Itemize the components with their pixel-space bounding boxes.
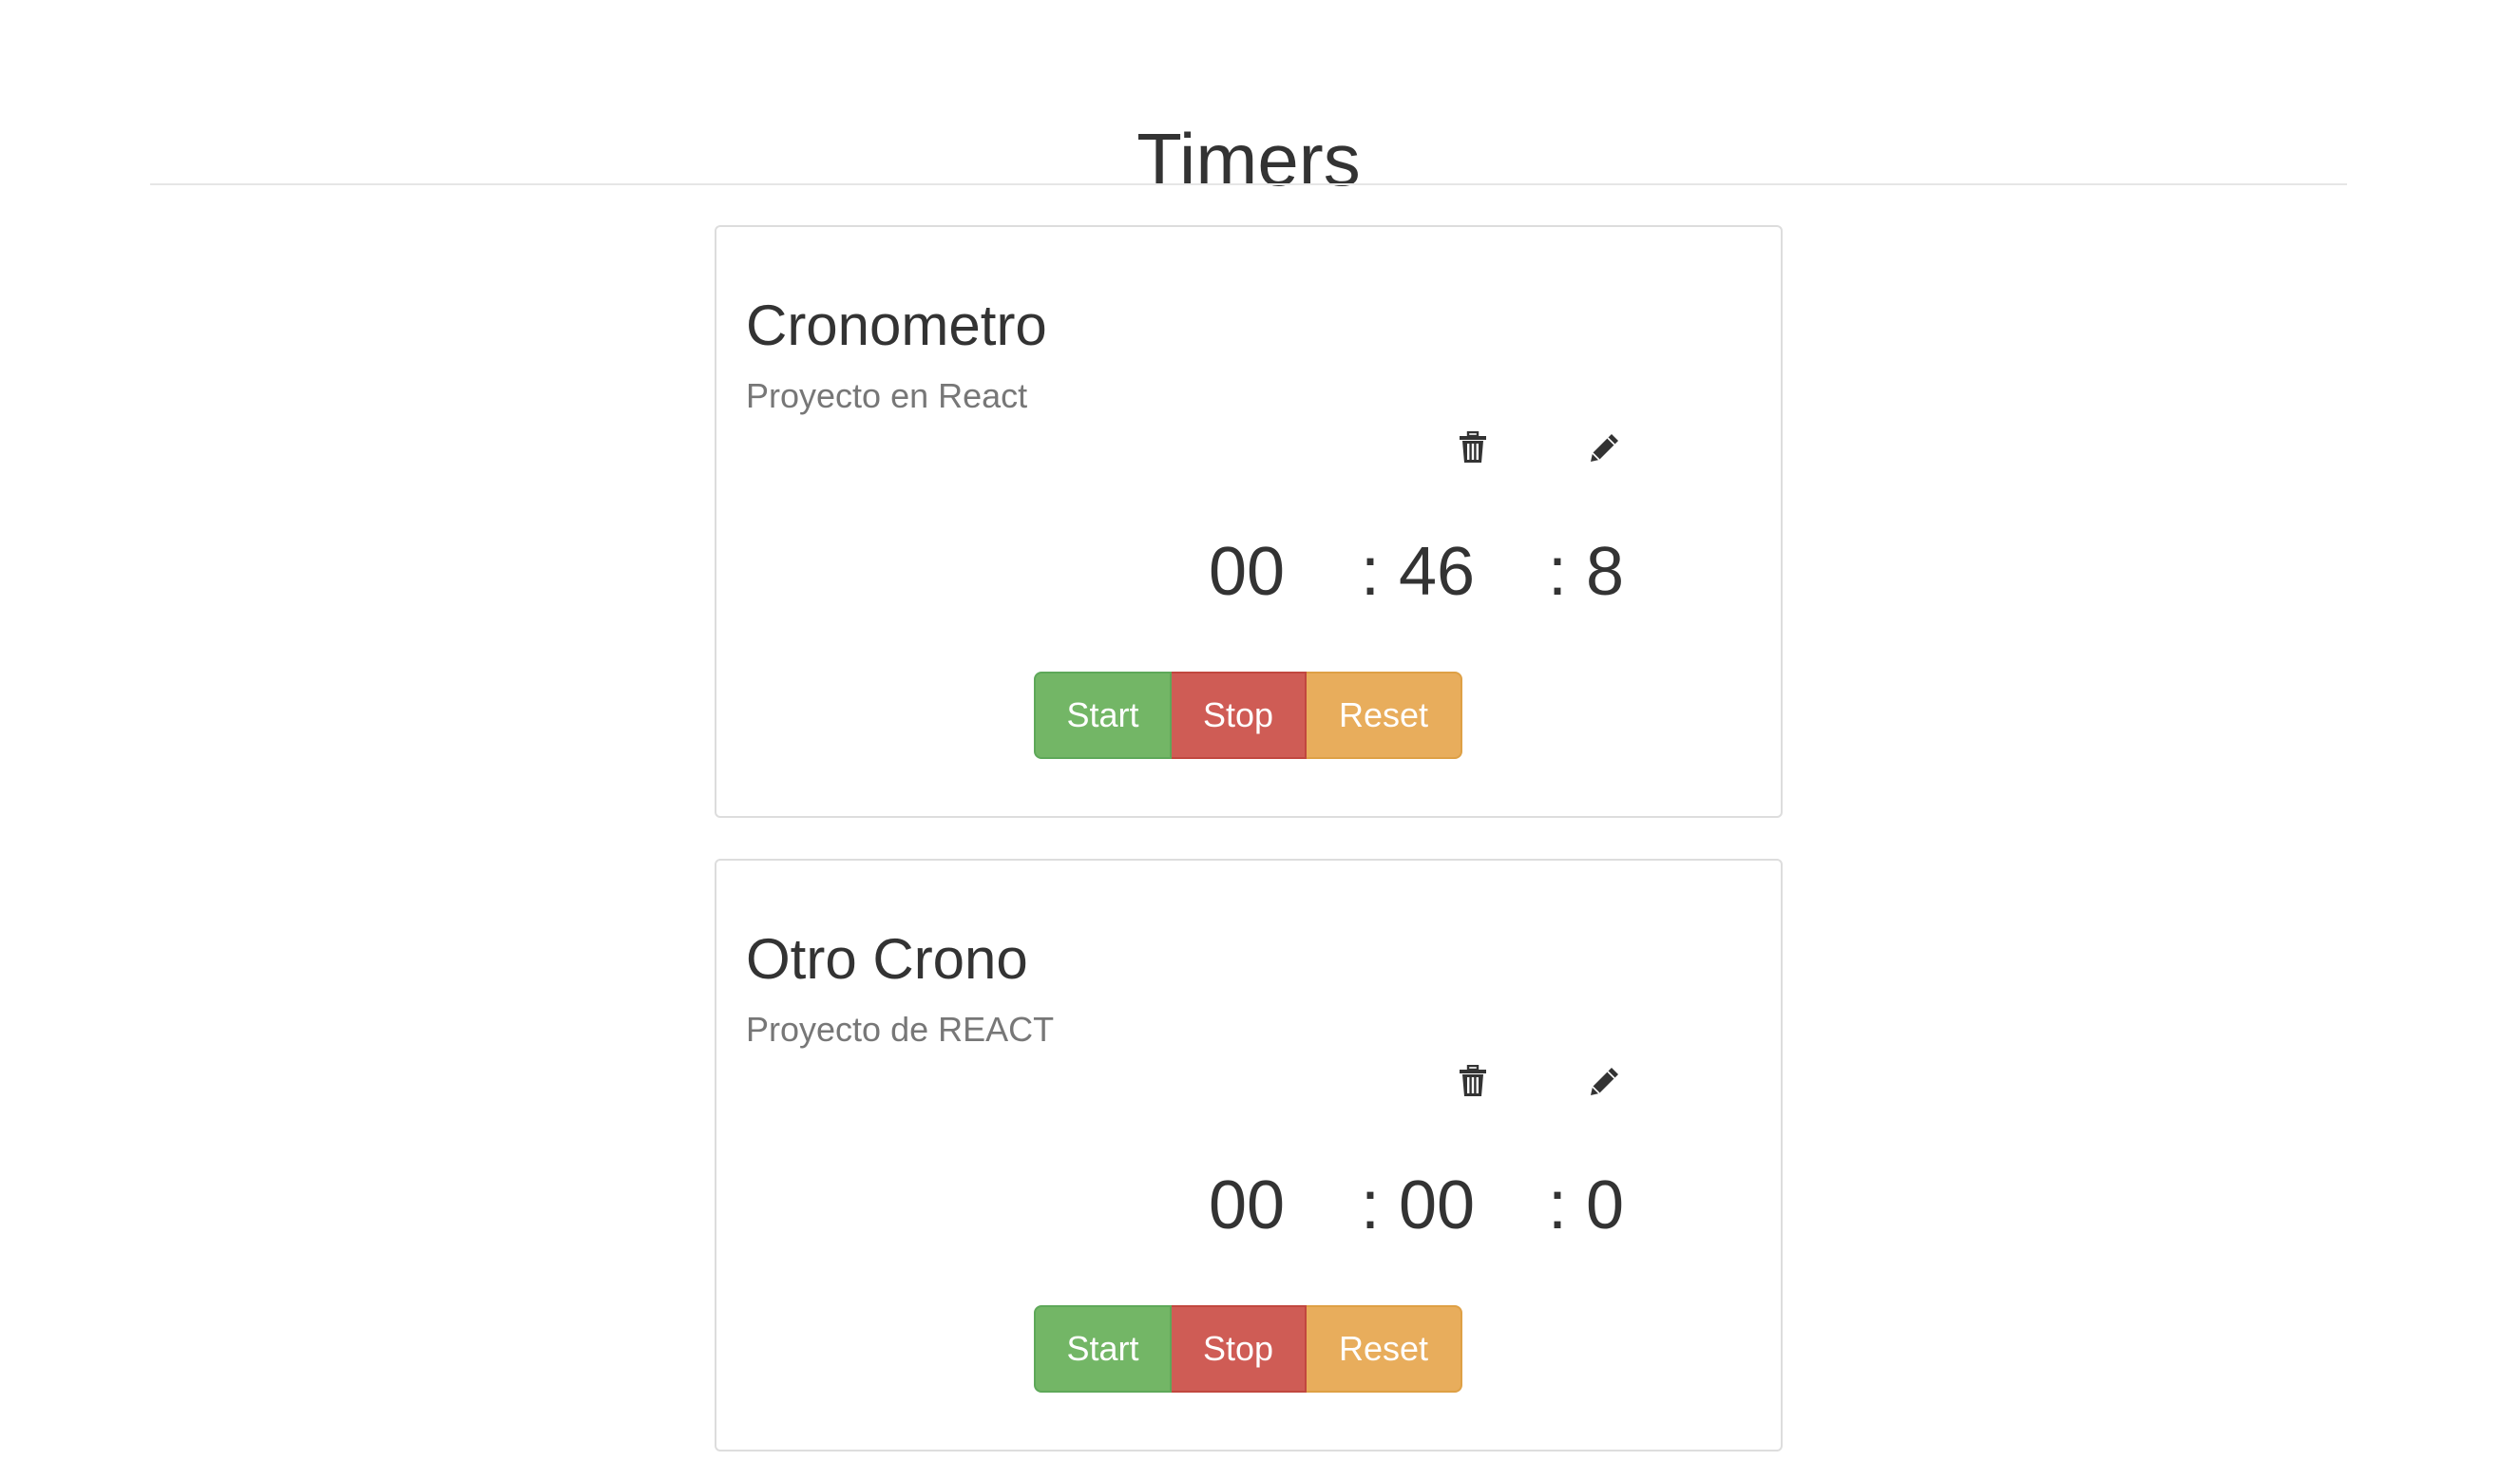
timer-seconds: : 8 [1548,534,1625,610]
timer-card: Cronometro Proyecto en React 00 : 46 : 8… [715,225,1783,818]
page-title: Timers [1136,118,1361,202]
pencil-icon-glyph [1591,434,1618,462]
stop-button[interactable]: Stop [1172,672,1307,759]
timer-card: Otro Crono Proyecto de REACT 00 : 00 : 0… [715,859,1783,1452]
start-button[interactable]: Start [1034,672,1172,759]
timer-project: Proyecto en React [746,376,1028,415]
timer-seconds: : 0 [1548,1167,1625,1243]
pencil-icon[interactable] [1582,425,1628,470]
stop-button[interactable]: Stop [1172,1305,1307,1393]
timer-hours: 00 [1209,534,1286,610]
reset-button[interactable]: Reset [1307,672,1462,759]
timer-controls: Start Stop Reset [1034,1305,1462,1393]
start-button[interactable]: Start [1034,1305,1172,1393]
trash-icon[interactable] [1450,1058,1496,1104]
title-divider [150,183,2347,185]
pencil-icon-glyph [1591,1068,1618,1095]
pencil-icon[interactable] [1582,1058,1628,1104]
trash-icon[interactable] [1450,425,1496,470]
timer-project: Proyecto de REACT [746,1010,1055,1049]
trash-icon-glyph [1460,431,1486,463]
trash-icon-glyph [1460,1065,1486,1096]
reset-button[interactable]: Reset [1307,1305,1462,1393]
timer-minutes: : 00 [1361,1167,1476,1243]
timer-hours: 00 [1209,1167,1286,1243]
timer-minutes: : 46 [1361,534,1476,610]
timer-controls: Start Stop Reset [1034,672,1462,759]
timer-title: Cronometro [746,294,1047,357]
timer-title: Otro Crono [746,927,1028,991]
